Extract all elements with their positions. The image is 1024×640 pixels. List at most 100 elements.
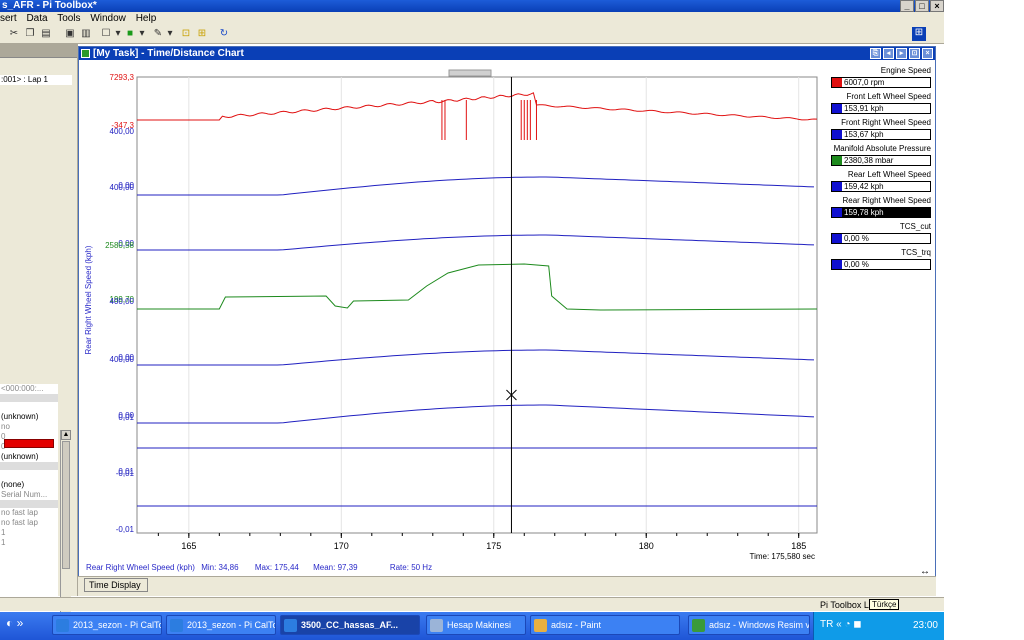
restore-button[interactable]: □	[915, 0, 929, 12]
legend-color-swatch	[832, 234, 842, 243]
legend-color-swatch	[832, 208, 842, 217]
stats-mean-label: Mean:	[313, 563, 336, 572]
browser-icon[interactable]: ◐ »	[6, 616, 23, 630]
taskbar-button[interactable]: 2013_sezon - Pi CalTool ...	[166, 615, 276, 635]
taskbar-button[interactable]: adsız - Windows Resim v...	[688, 615, 810, 635]
taskbar-button[interactable]: adsız - Paint	[530, 615, 680, 635]
lap-selector[interactable]: :001> : Lap 1	[0, 75, 72, 85]
property-row[interactable]	[0, 402, 58, 412]
tab-time-display[interactable]: Time Display	[84, 578, 148, 592]
prev-button[interactable]: ◂	[883, 48, 894, 59]
color-swatch[interactable]	[4, 439, 54, 448]
tab-bar	[78, 576, 936, 596]
system-tray: TR « ◔ ◼ 23:00	[813, 612, 944, 640]
export-icon[interactable]: ▣	[64, 28, 76, 40]
legend-item[interactable]: Manifold Absolute Pressure 2380,38 mbar	[831, 144, 935, 170]
stats-min-label: Min:	[201, 563, 217, 572]
legend-item[interactable]: Front Left Wheel Speed 153,91 kph	[831, 92, 935, 118]
menu-insert[interactable]: sert	[0, 13, 17, 24]
app-icon	[284, 619, 297, 632]
menu-window[interactable]: Window	[90, 13, 126, 24]
x-tick-label: 180	[639, 541, 654, 551]
app-icon	[692, 619, 705, 632]
legend-item[interactable]: Engine Speed 6007,0 rpm	[831, 66, 935, 92]
legend-channel-name: Engine Speed	[880, 66, 931, 75]
chart-statistics: Rear Right Wheel Speed (kph) Min: 34,86 …	[86, 562, 826, 574]
detach-button[interactable]: ⎘	[870, 48, 881, 59]
property-row[interactable]	[0, 462, 58, 470]
menu-tools[interactable]: Tools	[57, 13, 80, 24]
lock-icon[interactable]: ⊡	[180, 28, 192, 40]
dropdown-arrow-icon[interactable]: ▾	[112, 28, 124, 40]
next-button[interactable]: ▸	[896, 48, 907, 59]
property-row[interactable]: (unknown)	[0, 412, 58, 422]
language-tooltip: Türkçe	[869, 599, 900, 610]
cut-icon[interactable]: ✂	[8, 28, 20, 40]
property-row[interactable]: Serial Num...	[0, 490, 58, 500]
copy-icon[interactable]: ❐	[24, 28, 36, 40]
app-icon	[430, 619, 443, 632]
tray-icons[interactable]: TR « ◔ ◼	[820, 619, 862, 630]
time-distance-chart[interactable]: 165 170 175 180 185Time: 175,580 sec Rear Rig…	[79, 60, 831, 565]
tool-icon[interactable]: ✎	[152, 28, 164, 40]
dropdown-arrow-icon[interactable]: ▾	[136, 28, 148, 40]
property-row[interactable]: 1	[0, 538, 58, 548]
app-icon	[56, 619, 69, 632]
color-icon[interactable]: ■	[124, 28, 136, 40]
legend-item[interactable]: Rear Left Wheel Speed 159,42 kph	[831, 170, 935, 196]
property-row[interactable]	[0, 500, 58, 508]
unlock-icon[interactable]: ⊞	[196, 28, 208, 40]
legend-value-text: 159,78 kph	[844, 208, 884, 217]
window-controls: _ □ ×	[899, 0, 944, 12]
taskbar-button[interactable]: Hesap Makinesi	[426, 615, 526, 635]
app-title: s_AFR - Pi Toolbox*	[2, 0, 97, 11]
status-bar: Pi Toolbox Lite Türkçe	[0, 597, 944, 611]
legend-item[interactable]: Rear Right Wheel Speed 159,78 kph	[831, 196, 935, 222]
legend-value-text: 159,42 kph	[844, 182, 884, 191]
scroll-up-icon[interactable]: ▲	[61, 430, 71, 440]
property-row[interactable]: <000:000:...	[0, 384, 58, 394]
channel-legend: Engine Speed 6007,0 rpm Front Left Wheel S…	[831, 66, 935, 274]
new-window-icon[interactable]: ☐	[100, 28, 112, 40]
stats-channel: Rear Right Wheel Speed (kph)	[86, 563, 195, 572]
plot-area	[136, 76, 818, 534]
taskbar-button-label: Hesap Makinesi	[447, 620, 512, 630]
taskbar-button[interactable]: 3500_CC_hassas_AF...	[280, 615, 420, 635]
legend-channel-value: 159,42 kph	[831, 181, 931, 192]
chart-window-controls: ⎘ ◂ ▸ ⊡ ×	[868, 48, 933, 59]
refresh-icon[interactable]: ↻	[218, 28, 230, 40]
property-row[interactable]	[0, 470, 58, 480]
paste-icon[interactable]: ▤	[40, 28, 52, 40]
legend-channel-value: 159,78 kph	[831, 207, 931, 218]
minimize-button[interactable]: _	[900, 0, 914, 12]
dropdown-arrow-icon[interactable]: ▾	[164, 28, 176, 40]
legend-item[interactable]: TCS_cut 0,00 %	[831, 222, 935, 248]
legend-channel-name: Rear Left Wheel Speed	[847, 170, 931, 179]
taskbar-button[interactable]: 2013_sezon - Pi CalTool ...	[52, 615, 162, 635]
menu-help[interactable]: Help	[136, 13, 157, 24]
close-button[interactable]: ×	[930, 0, 944, 12]
legend-channel-value: 2380,38 mbar	[831, 155, 931, 166]
report-icon[interactable]: ▥	[80, 28, 92, 40]
legend-channel-value: 0,00 %	[831, 233, 931, 244]
property-row[interactable]: (none)	[0, 480, 58, 490]
legend-color-swatch	[832, 104, 842, 113]
lane-top-label: 2580,58	[105, 241, 134, 250]
property-row[interactable]: no	[0, 422, 58, 432]
property-row[interactable]: (unknown)	[0, 452, 58, 462]
property-row[interactable]: 1	[0, 528, 58, 538]
chart-close-button[interactable]: ×	[922, 48, 933, 59]
x-tick-label: 185	[791, 541, 806, 551]
property-row[interactable]: no fast lap	[0, 508, 58, 518]
menu-data[interactable]: Data	[26, 13, 47, 24]
legend-item[interactable]: TCS_trq 0,00 %	[831, 248, 935, 274]
windows-taskbar: ◐ » 2013_sezon - Pi CalTool ... 2013_sezo…	[0, 612, 944, 640]
property-row[interactable]	[0, 394, 58, 402]
legend-item[interactable]: Front Right Wheel Speed 153,67 kph	[831, 118, 935, 144]
maximize-button[interactable]: ⊡	[909, 48, 920, 59]
stats-max: 175,44	[274, 563, 299, 572]
layout-icon[interactable]: ⊞	[912, 27, 926, 41]
chart-window-title: [My Task] - Time/Distance Chart	[93, 48, 244, 59]
property-row[interactable]: no fast lap	[0, 518, 58, 528]
legend-channel-value: 153,91 kph	[831, 103, 931, 114]
